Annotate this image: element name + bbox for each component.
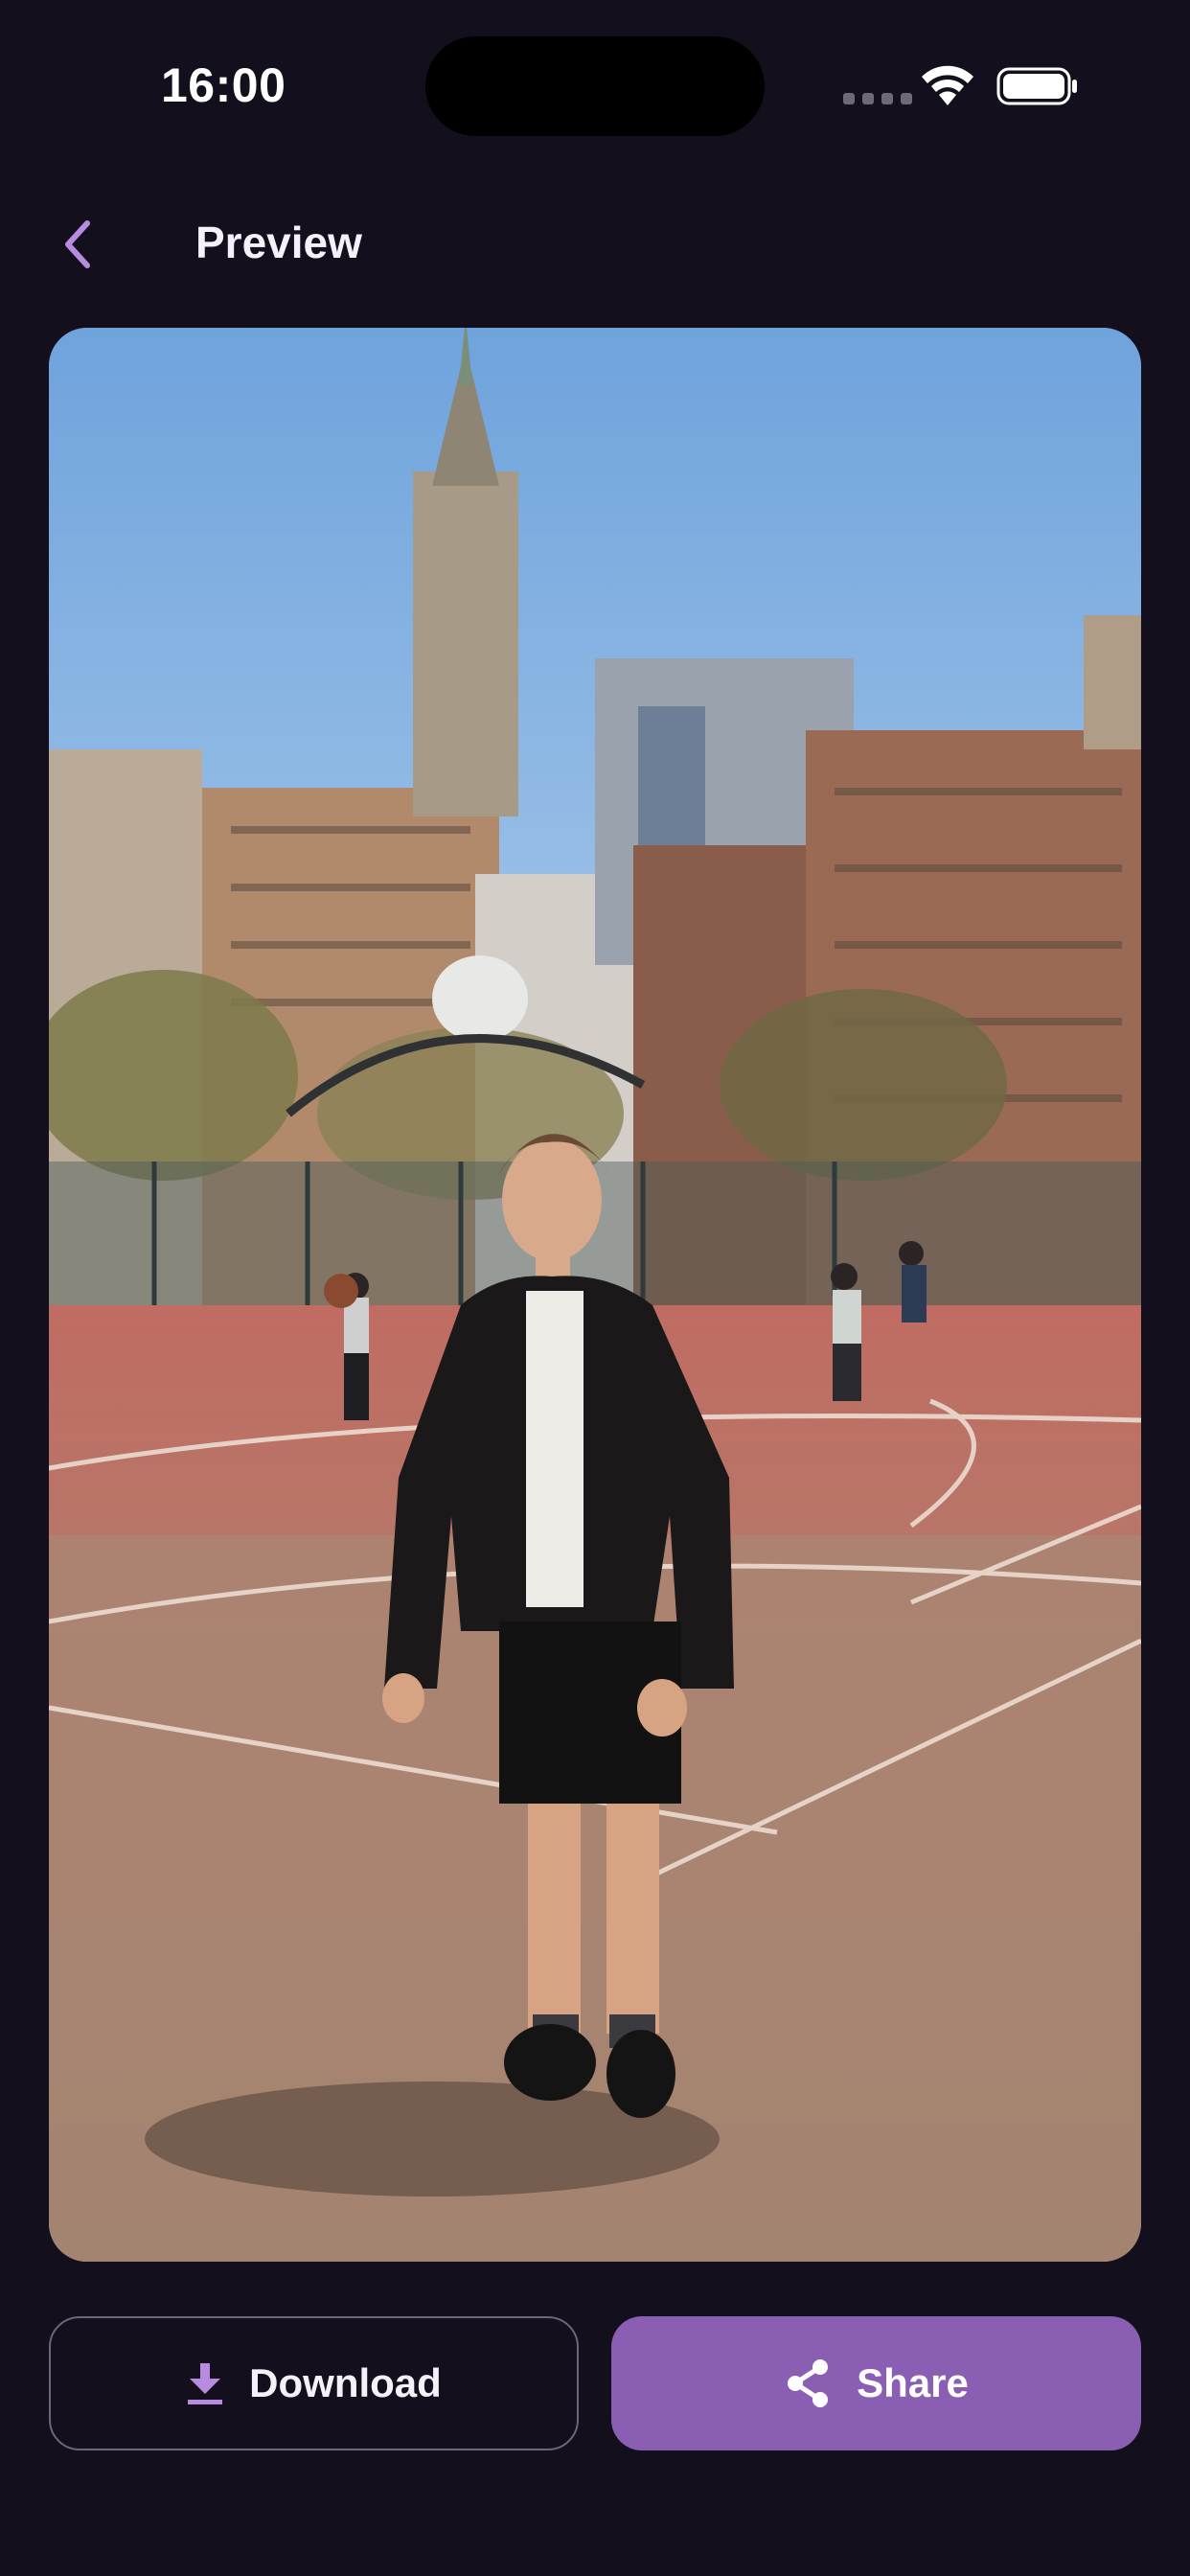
download-label: Download	[249, 2360, 442, 2405]
status-bar: 16:00	[0, 0, 1190, 172]
share-icon	[784, 2358, 832, 2409]
wifi-icon	[922, 65, 973, 105]
top-bar: Preview	[0, 192, 1190, 297]
chevron-left-icon	[65, 220, 90, 268]
status-time: 16:00	[161, 58, 286, 112]
cellular-signal-icon	[843, 93, 912, 104]
share-button[interactable]: Share	[611, 2316, 1141, 2450]
preview-screen: 16:00 Preview Download Share	[0, 0, 1190, 2576]
dynamic-island	[425, 36, 765, 136]
photo-illustration	[49, 328, 1141, 2262]
preview-image	[49, 328, 1141, 2262]
page-title: Preview	[195, 218, 362, 267]
battery-icon	[996, 67, 1077, 105]
download-icon	[186, 2361, 224, 2405]
download-button[interactable]: Download	[49, 2316, 579, 2450]
share-label: Share	[857, 2360, 969, 2405]
back-button[interactable]	[46, 213, 109, 276]
